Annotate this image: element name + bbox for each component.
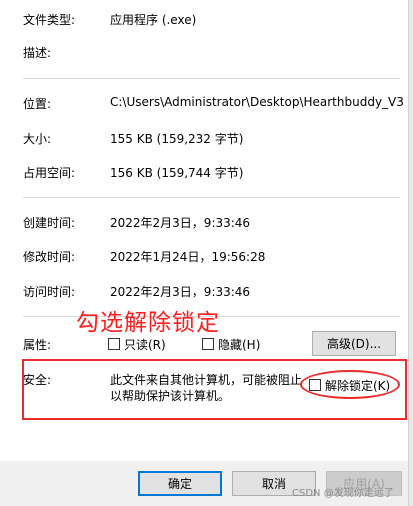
- window-edge: [408, 0, 413, 506]
- created-label: 创建时间:: [23, 216, 76, 230]
- general-tab-panel: 文件类型: 应用程序 (.exe) 描述: 位置: C:\Users\Admin…: [0, 0, 408, 461]
- accessed-value: 2022年2月3日，9:33:46: [110, 285, 251, 299]
- hidden-checkbox-label: 隐藏(H): [218, 338, 261, 352]
- hidden-checkbox-box[interactable]: [202, 338, 214, 350]
- modified-label: 修改时间:: [23, 250, 76, 264]
- location-value: C:\Users\Administrator\Desktop\Hearthbud…: [110, 95, 404, 109]
- readonly-checkbox-box[interactable]: [108, 338, 120, 350]
- accessed-label: 访问时间:: [23, 285, 76, 299]
- divider: [23, 78, 400, 79]
- divider: [23, 197, 400, 198]
- advanced-button[interactable]: 高级(D)...: [312, 331, 396, 356]
- created-value: 2022年2月3日，9:33:46: [110, 216, 251, 230]
- attributes-label: 属性:: [23, 338, 52, 352]
- size-on-disk-label: 占用空间:: [23, 166, 76, 180]
- file-type-value: 应用程序 (.exe): [110, 13, 197, 27]
- size-value: 155 KB (159,232 字节): [110, 132, 244, 146]
- watermark: CSDN @发现你走远了: [292, 488, 394, 499]
- size-label: 大小:: [23, 132, 52, 146]
- ok-button[interactable]: 确定: [138, 471, 222, 496]
- annotation-highlight-ellipse: [300, 370, 400, 399]
- description-label: 描述:: [23, 46, 52, 60]
- file-type-label: 文件类型:: [23, 13, 76, 27]
- size-on-disk-value: 156 KB (159,744 字节): [110, 166, 244, 180]
- annotation-text: 勾选解除锁定: [76, 310, 220, 336]
- readonly-checkbox-label: 只读(R): [124, 338, 166, 352]
- modified-value: 2022年1月24日，19:56:28: [110, 250, 266, 264]
- location-label: 位置:: [23, 97, 52, 111]
